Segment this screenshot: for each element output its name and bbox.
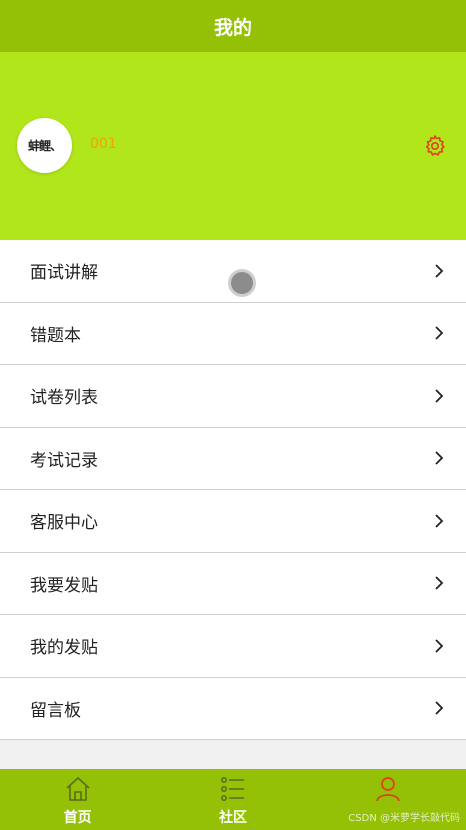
menu-item-label: 面试讲解 xyxy=(30,263,98,284)
menu-item-message-board[interactable]: 留言板 xyxy=(0,677,466,740)
menu-item-label: 错题本 xyxy=(30,325,81,346)
menu-item-label: 我的发贴 xyxy=(30,638,98,659)
avatar[interactable]: 蚌鲤、 xyxy=(17,118,72,173)
chevron-right-icon xyxy=(435,264,444,278)
menu-item-customer-service[interactable]: 客服中心 xyxy=(0,490,466,553)
tab-label: 首页 xyxy=(63,810,92,826)
chevron-right-icon xyxy=(435,514,444,528)
user-icon xyxy=(376,777,401,802)
avatar-signature: 蚌鲤、 xyxy=(27,139,62,153)
home-icon xyxy=(66,777,90,801)
profile-banner: 蚌鲤、 001 xyxy=(0,52,466,240)
menu-item-exam-records[interactable]: 考试记录 xyxy=(0,427,466,490)
chevron-right-icon xyxy=(435,639,444,653)
chevron-right-icon xyxy=(435,576,444,590)
tab-community[interactable]: 社区 xyxy=(155,769,310,830)
menu-list: 面试讲解 错题本 试卷列表 考试记录 客服中心 我要发贴 我的发贴 留言板 xyxy=(0,240,466,740)
menu-item-paper-list[interactable]: 试卷列表 xyxy=(0,365,466,428)
menu-item-label: 我要发贴 xyxy=(30,575,98,596)
username: 001 xyxy=(90,136,117,152)
gear-icon[interactable] xyxy=(423,134,447,158)
page-title: 我的 xyxy=(213,16,252,39)
list-icon xyxy=(221,777,244,801)
menu-item-label: 客服中心 xyxy=(30,513,98,534)
watermark: CSDN @米萝学长敲代码 xyxy=(348,813,460,824)
chevron-right-icon xyxy=(435,451,444,465)
touch-indicator xyxy=(228,269,256,297)
tab-home[interactable]: 首页 xyxy=(0,769,155,830)
chevron-right-icon xyxy=(435,701,444,715)
menu-item-new-post[interactable]: 我要发贴 xyxy=(0,552,466,615)
chevron-right-icon xyxy=(435,389,444,403)
tab-label: 社区 xyxy=(218,810,247,826)
menu-item-label: 试卷列表 xyxy=(30,388,98,409)
menu-item-label: 考试记录 xyxy=(30,450,98,471)
chevron-right-icon xyxy=(435,326,444,340)
menu-item-label: 留言板 xyxy=(30,700,81,721)
app-header: 我的 xyxy=(0,0,466,52)
menu-item-my-posts[interactable]: 我的发贴 xyxy=(0,615,466,678)
menu-item-wrong-questions[interactable]: 错题本 xyxy=(0,302,466,365)
